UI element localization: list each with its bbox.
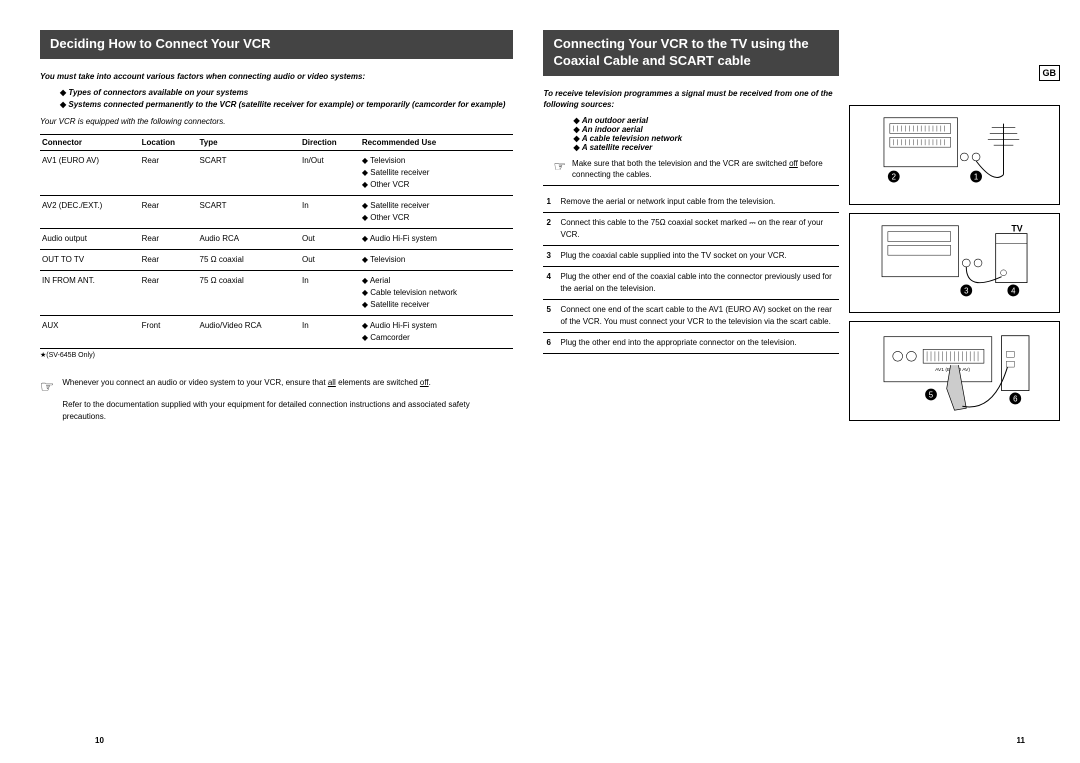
svg-text:4: 4 [1011,286,1016,295]
diagram-tv: TV 3 4 [849,213,1060,313]
table-row: AV1 (EURO AV)RearSCARTIn/OutTelevisionSa… [40,151,513,196]
source-item: A cable television network [573,134,838,143]
step-row: 1Remove the aerial or network input cabl… [543,192,838,213]
table-row: AUXFrontAudio/Video RCAInAudio Hi-Fi sys… [40,316,513,349]
diagram-column: GB [849,30,1060,429]
table-row: IN FROM ANT.Rear75 Ω coaxialInAerialCabl… [40,271,513,316]
diagram-aerial: 2 1 [849,105,1060,205]
source-item: An indoor aerial [573,125,838,134]
gb-badge: GB [1039,65,1061,81]
step-row: 3Plug the coaxial cable supplied into th… [543,245,838,266]
left-note: ☞ Whenever you connect an audio or video… [40,377,513,422]
svg-text:1: 1 [974,173,978,182]
th-connector: Connector [40,135,140,151]
connector-table: Connector Location Type Direction Recomm… [40,134,513,349]
table-footnote: ★(SV-645B Only) [40,351,513,359]
pointing-hand-icon: ☞ [553,158,566,180]
factor-item: Types of connectors available on your sy… [60,88,513,97]
left-section-title: Deciding How to Connect Your VCR [40,30,513,59]
svg-text:6: 6 [1013,394,1018,403]
left-subintro: Your VCR is equipped with the following … [40,117,513,126]
tv-label: TV [1011,224,1022,234]
factor-list: Types of connectors available on your sy… [60,88,513,109]
step-row: 6Plug the other end into the appropriate… [543,332,838,353]
table-row: Audio outputRearAudio RCAOutAudio Hi-Fi … [40,229,513,250]
right-page: Connecting Your VCR to the TV using the … [543,30,1060,429]
source-item: A satellite receiver [573,143,838,152]
right-hand-note: ☞ Make sure that both the television and… [543,158,838,185]
note2: Refer to the documentation supplied with… [62,400,469,420]
right-intro: To receive television programmes a signa… [543,88,838,110]
left-intro: You must take into account various facto… [40,71,513,82]
svg-text:2: 2 [892,173,896,182]
svg-text:3: 3 [964,286,969,295]
pointing-hand-icon: ☞ [40,377,54,422]
note-text: Whenever you connect an audio or video s… [62,377,513,422]
right-section-title: Connecting Your VCR to the TV using the … [543,30,838,76]
page-num-right: 11 [1017,736,1025,745]
left-page: Deciding How to Connect Your VCR You mus… [40,30,513,429]
table-row: AV2 (DEC./EXT.)RearSCARTInSatellite rece… [40,196,513,229]
page-numbers: 10 11 [0,736,1080,745]
page-num-left: 10 [95,736,104,745]
step-row: 5Connect one end of the scart cable to t… [543,299,838,332]
step-row: 2Connect this cable to the 75Ω coaxial s… [543,212,838,245]
diagram-scart: AV1 (EURO AV) 5 6 [849,321,1060,421]
svg-text:5: 5 [929,390,934,399]
step-row: 4Plug the other end of the coaxial cable… [543,266,838,299]
th-recuse: Recommended Use [360,135,514,151]
th-direction: Direction [300,135,360,151]
source-item: An outdoor aerial [573,116,838,125]
factor-item: Systems connected permanently to the VCR… [60,100,513,109]
steps-table: 1Remove the aerial or network input cabl… [543,192,838,354]
th-type: Type [198,135,300,151]
source-list: An outdoor aerial An indoor aerial A cab… [573,116,838,152]
th-location: Location [140,135,198,151]
table-row: OUT TO TVRear75 Ω coaxialOutTelevision [40,250,513,271]
